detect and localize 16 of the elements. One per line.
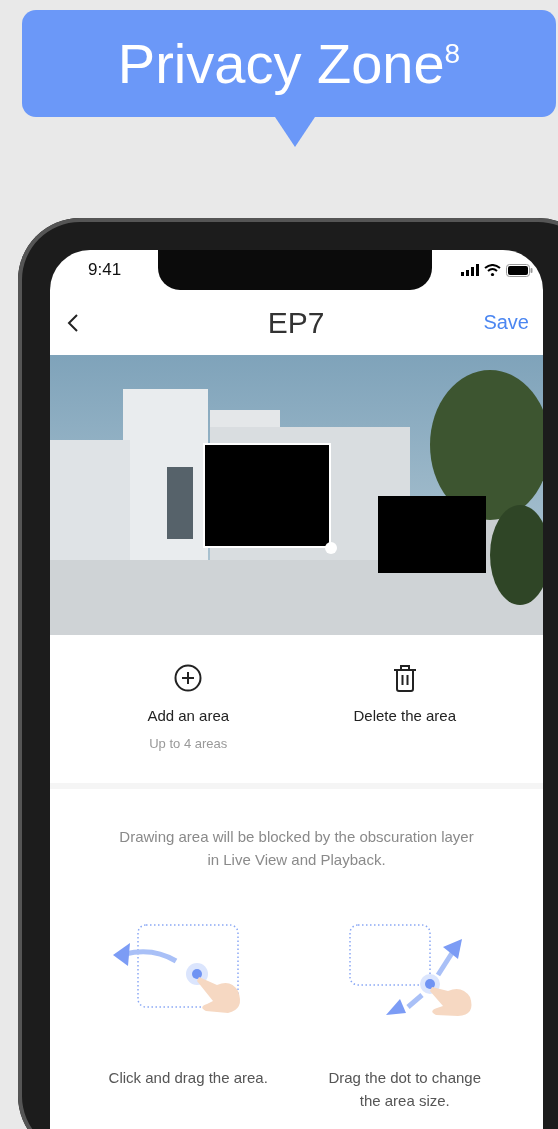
signal-icon — [461, 264, 479, 276]
tip-caption: Drag the dot to change the area size. — [327, 1068, 483, 1111]
save-button[interactable]: Save — [483, 311, 529, 334]
battery-icon — [506, 263, 533, 277]
privacy-mask[interactable] — [203, 443, 331, 548]
back-icon[interactable] — [67, 312, 79, 333]
wifi-icon — [484, 264, 501, 276]
status-time: 9:41 — [88, 260, 122, 280]
action-label[interactable]: Delete the area — [353, 707, 457, 724]
action-label[interactable]: Add an area — [147, 707, 230, 724]
trash-icon[interactable] — [392, 663, 417, 693]
notice-text: Drawing area will be blocked by the obscuration layer in Live View and Playback. — [118, 827, 475, 870]
tip-caption: Click and drag the area. — [107, 1068, 269, 1088]
add-icon[interactable] — [173, 663, 204, 693]
action-hint: Up to 4 areas — [149, 736, 228, 751]
page-title: EP7 — [267, 305, 325, 340]
